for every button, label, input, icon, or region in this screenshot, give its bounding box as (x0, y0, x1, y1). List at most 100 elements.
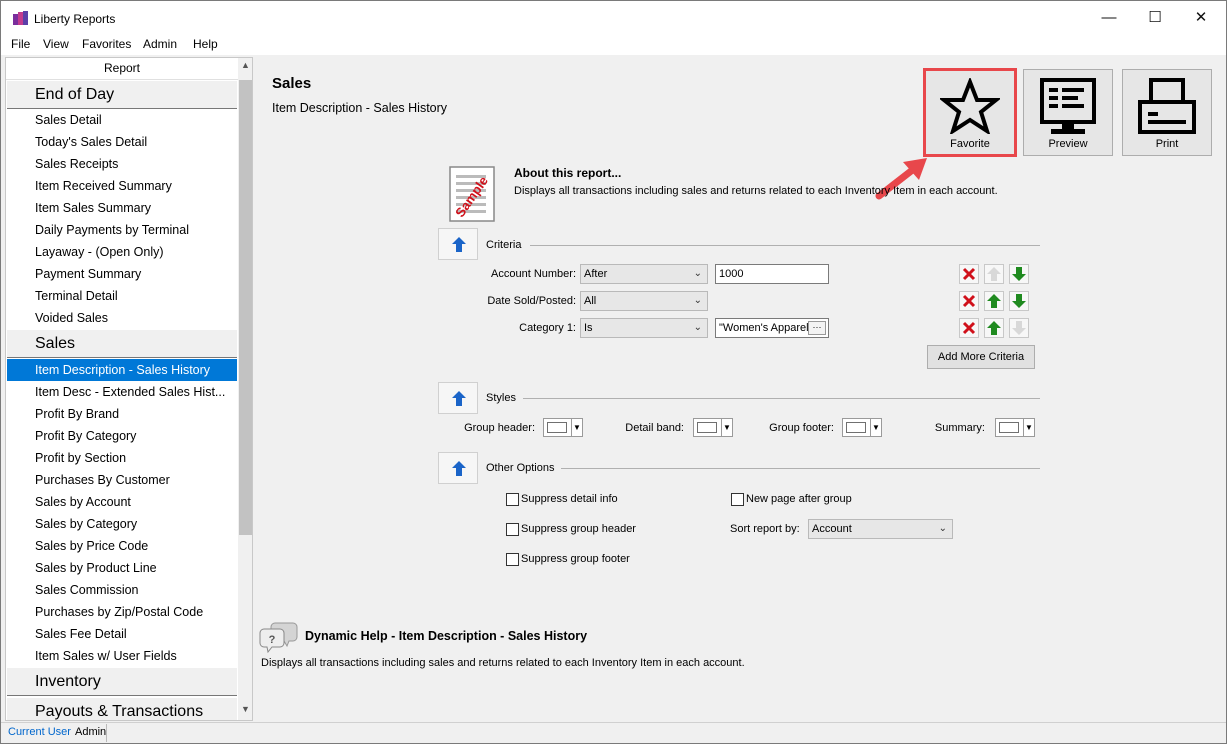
criteria-value-category[interactable]: "Women's Apparel ··· (715, 318, 829, 338)
sidebar-item-profit-by-brand[interactable]: Profit By Brand (7, 403, 237, 425)
other-options-label: Other Options (486, 462, 555, 474)
chevron-down-icon: ⌄ (938, 523, 947, 534)
close-button[interactable]: ✕ (1178, 1, 1224, 35)
sidebar-group-end-of-day[interactable]: End of Day (7, 81, 237, 109)
status-bar: Current User Admin (1, 722, 1226, 743)
sidebar-item-purchases-by-customer[interactable]: Purchases By Customer (7, 469, 237, 491)
menu-file[interactable]: File (11, 37, 30, 51)
criteria-operator-date[interactable]: All ⌄ (580, 291, 708, 311)
style-label-group-footer: Group footer: (769, 422, 834, 434)
menu-bar: File View Favorites Admin Help (1, 35, 1226, 55)
app-window: Liberty Reports — ☐ ✕ File View Favorite… (0, 0, 1227, 744)
style-label-detail-band: Detail band: (625, 422, 684, 434)
sidebar-item-item-desc-extended[interactable]: Item Desc - Extended Sales Hist... (7, 381, 237, 403)
style-label-summary: Summary: (934, 422, 985, 434)
sidebar-item-profit-by-section[interactable]: Profit by Section (7, 447, 237, 469)
delete-criteria-icon[interactable] (959, 264, 979, 284)
styles-collapse-button[interactable] (438, 382, 478, 414)
sidebar-item-terminal-detail[interactable]: Terminal Detail (7, 285, 237, 307)
criteria-label-account: Account Number: (491, 268, 576, 280)
sidebar-group-inventory[interactable]: Inventory (7, 668, 237, 696)
dynamic-help-text: Displays all transactions including sale… (261, 657, 745, 669)
chevron-down-icon: ⌄ (693, 295, 702, 306)
move-down-icon[interactable] (1009, 264, 1029, 284)
sidebar-item-item-received-summary[interactable]: Item Received Summary (7, 175, 237, 197)
summary-color-picker[interactable]: ▼ (995, 418, 1035, 437)
sidebar-item-daily-payments[interactable]: Daily Payments by Terminal (7, 219, 237, 241)
monitor-icon (1040, 78, 1096, 134)
sidebar-item-sales-by-price-code[interactable]: Sales by Price Code (7, 535, 237, 557)
detail-band-color-picker[interactable]: ▼ (693, 418, 733, 437)
move-up-icon[interactable] (984, 318, 1004, 338)
menu-favorites[interactable]: Favorites (82, 37, 131, 51)
other-options-divider (561, 468, 1040, 469)
sidebar-item-item-description-sales-history[interactable]: Item Description - Sales History (7, 359, 237, 381)
sidebar-item-item-sales-user-fields[interactable]: Item Sales w/ User Fields (7, 645, 237, 667)
dropdown-arrow-icon: ▼ (721, 419, 732, 436)
sidebar-item-sales-by-account[interactable]: Sales by Account (7, 491, 237, 513)
scroll-down-icon[interactable]: ▼ (238, 704, 252, 718)
sidebar-item-sales-fee-detail[interactable]: Sales Fee Detail (7, 623, 237, 645)
sidebar-item-item-sales-summary[interactable]: Item Sales Summary (7, 197, 237, 219)
sidebar-item-todays-sales-detail[interactable]: Today's Sales Detail (7, 131, 237, 153)
sidebar-item-sales-receipts[interactable]: Sales Receipts (7, 153, 237, 175)
about-description: Displays all transactions including sale… (514, 185, 998, 197)
add-more-criteria-button[interactable]: Add More Criteria (927, 345, 1035, 369)
menu-admin[interactable]: Admin (143, 37, 177, 51)
dynamic-help-title: Dynamic Help - Item Description - Sales … (305, 629, 588, 643)
sidebar-item-voided-sales[interactable]: Voided Sales (7, 307, 237, 329)
sidebar-item-payment-summary[interactable]: Payment Summary (7, 263, 237, 285)
sidebar-item-sales-commission[interactable]: Sales Commission (7, 579, 237, 601)
suppress-detail-label: Suppress detail info (521, 493, 618, 505)
sidebar-item-layaway[interactable]: Layaway - (Open Only) (7, 241, 237, 263)
maximize-button[interactable]: ☐ (1132, 1, 1178, 35)
criteria-label-date: Date Sold/Posted: (487, 295, 576, 307)
other-options-collapse-button[interactable] (438, 452, 478, 484)
sidebar-item-profit-by-category[interactable]: Profit By Category (7, 425, 237, 447)
sidebar-scrollbar[interactable]: ▲ ▼ (238, 58, 252, 720)
group-footer-color-picker[interactable]: ▼ (842, 418, 882, 437)
sidebar-group-payouts-transactions[interactable]: Payouts & Transactions (7, 698, 237, 720)
suppress-detail-checkbox[interactable] (506, 493, 519, 506)
criteria-operator-account[interactable]: After ⌄ (580, 264, 708, 284)
move-down-disabled-icon (1009, 318, 1029, 338)
ellipsis-button[interactable]: ··· (808, 321, 826, 335)
dropdown-arrow-icon: ▼ (571, 419, 582, 436)
print-button[interactable]: Print (1122, 69, 1212, 156)
group-header-color-picker[interactable]: ▼ (543, 418, 583, 437)
about-title: About this report... (514, 166, 622, 180)
menu-help[interactable]: Help (193, 37, 218, 51)
arrow-up-icon (452, 391, 466, 406)
criteria-operator-category[interactable]: Is ⌄ (580, 318, 708, 338)
sidebar-item-sales-detail[interactable]: Sales Detail (7, 109, 237, 131)
styles-divider (523, 398, 1040, 399)
suppress-group-footer-checkbox[interactable] (506, 553, 519, 566)
printer-icon (1138, 78, 1196, 134)
delete-criteria-icon[interactable] (959, 318, 979, 338)
minimize-button[interactable]: — (1086, 1, 1132, 35)
sort-report-select[interactable]: Account ⌄ (808, 519, 953, 539)
criteria-collapse-button[interactable] (438, 228, 478, 260)
delete-criteria-icon[interactable] (959, 291, 979, 311)
criteria-label: Criteria (486, 239, 522, 251)
sort-report-label: Sort report by: (730, 523, 800, 535)
window-title: Liberty Reports (34, 12, 116, 26)
move-up-icon[interactable] (984, 291, 1004, 311)
sidebar-item-sales-by-product-line[interactable]: Sales by Product Line (7, 557, 237, 579)
dropdown-arrow-icon: ▼ (870, 419, 881, 436)
sidebar-item-purchases-by-zip[interactable]: Purchases by Zip/Postal Code (7, 601, 237, 623)
scroll-up-icon[interactable]: ▲ (238, 60, 252, 74)
criteria-label-category: Category 1: (519, 322, 576, 334)
scroll-thumb[interactable] (239, 80, 252, 535)
chevron-down-icon: ⌄ (693, 322, 702, 333)
app-logo-icon (13, 11, 28, 25)
menu-view[interactable]: View (43, 37, 69, 51)
move-down-icon[interactable] (1009, 291, 1029, 311)
preview-button[interactable]: Preview (1023, 69, 1113, 156)
criteria-value-account[interactable]: 1000 (715, 264, 829, 284)
sidebar-item-sales-by-category[interactable]: Sales by Category (7, 513, 237, 535)
suppress-group-header-checkbox[interactable] (506, 523, 519, 536)
new-page-after-group-checkbox[interactable] (731, 493, 744, 506)
new-page-after-group-label: New page after group (746, 493, 852, 505)
sidebar-group-sales[interactable]: Sales (7, 330, 237, 358)
